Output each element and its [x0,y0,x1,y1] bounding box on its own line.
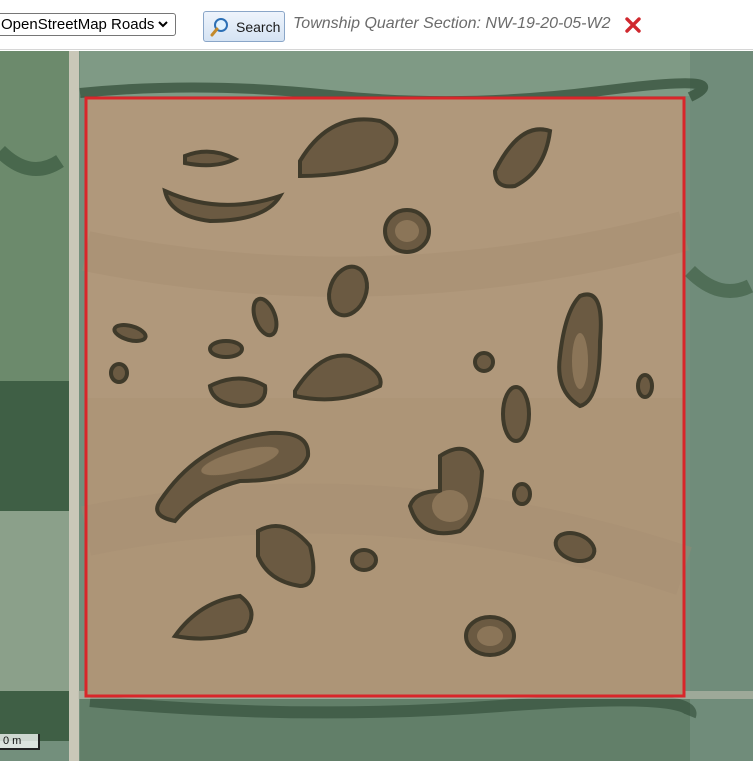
map-toolbar: OpenStreetMap Roads Search Township Quar… [0,0,753,50]
scale-label: 0 m [3,735,22,747]
magnifier-icon [210,17,228,36]
field-southwest [0,511,70,691]
satellite-map[interactable] [0,51,753,761]
search-button-label: Search [236,18,281,35]
chevron-down-icon [158,21,168,28]
satellite-imagery [0,51,753,761]
search-button[interactable]: Search [203,11,285,42]
close-icon[interactable] [625,17,641,33]
layer-select-value: OpenStreetMap Roads [1,16,155,33]
road-ns [69,51,79,761]
scale-bar: 0 m [0,734,40,750]
field-west [0,51,70,381]
quarter-section-label: Township Quarter Section: NW-19-20-05-W2 [293,15,611,32]
layer-select[interactable]: OpenStreetMap Roads [0,13,176,36]
field-east [690,51,753,761]
